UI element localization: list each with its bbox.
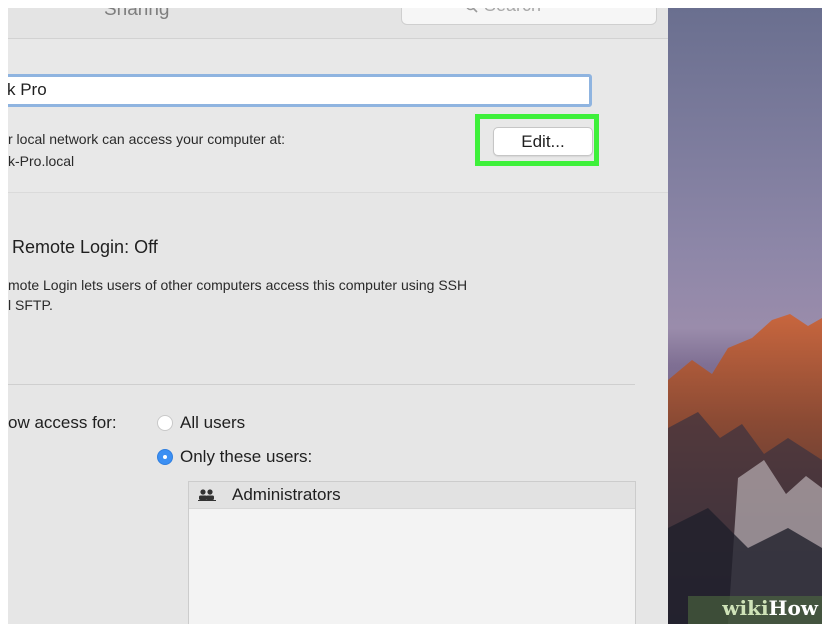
search-icon	[466, 8, 478, 13]
computer-name-input[interactable]: k Pro	[8, 74, 592, 107]
all-users-radio[interactable]	[157, 415, 173, 431]
user-group-name: Administrators	[232, 485, 341, 504]
list-item[interactable]: Administrators	[189, 482, 635, 509]
only-these-users-radio[interactable]	[157, 449, 173, 465]
desktop-wallpaper: wikiHow	[668, 8, 822, 624]
service-description-line1: mote Login lets users of other computers…	[8, 277, 468, 293]
local-hostname: k-Pro.local	[8, 153, 75, 169]
allowed-users-list[interactable]: Administrators	[188, 481, 636, 624]
computer-name-section: k Pro r local network can access your co…	[8, 39, 668, 193]
all-users-label[interactable]: All users	[180, 413, 245, 433]
edit-hostname-button[interactable]: Edit...	[493, 127, 593, 156]
sharing-preferences-window: Sharing Search k Pro r local network can…	[8, 8, 668, 624]
watermark-wiki: wiki	[722, 596, 769, 620]
remote-login-panel: Remote Login: Off mote Login lets users …	[8, 193, 668, 624]
wikihow-watermark: wikiHow	[722, 596, 818, 620]
service-status-title: Remote Login: Off	[12, 237, 158, 257]
window-title: Sharing	[104, 8, 170, 20]
mountain-image	[668, 314, 822, 624]
watermark-how: How	[768, 596, 818, 620]
computer-name-value: k Pro	[8, 80, 47, 99]
window-titlebar: Sharing Search	[8, 8, 668, 39]
only-these-users-label[interactable]: Only these users:	[180, 447, 312, 467]
section-divider	[8, 384, 635, 385]
network-access-text: r local network can access your computer…	[8, 131, 286, 147]
search-placeholder: Search	[484, 8, 541, 16]
group-icon	[198, 489, 216, 501]
service-description-line2: l SFTP.	[8, 297, 53, 313]
allow-access-label: ow access for:	[8, 413, 117, 432]
search-field[interactable]: Search	[401, 8, 657, 25]
